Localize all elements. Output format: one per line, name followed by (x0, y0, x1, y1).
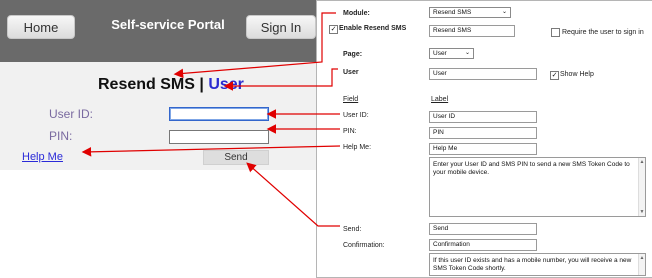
heading-page: User (208, 76, 244, 93)
label-header: Label (431, 96, 449, 103)
module-name-input[interactable]: Resend SMS (429, 25, 515, 37)
page-label: Page: (343, 51, 363, 58)
chevron-down-icon: ⌄ (501, 9, 507, 15)
confirmation-field-label: Confirmation: (343, 242, 385, 249)
module-label: Module: (343, 10, 370, 17)
confirmation-scrollbar[interactable]: ▲ (638, 254, 645, 275)
home-button[interactable]: Home (7, 15, 75, 39)
module-select[interactable]: Resend SMS ⌄ (429, 7, 511, 18)
field-header: Field (343, 96, 359, 103)
user-value-input[interactable]: User (429, 68, 537, 80)
chevron-down-icon: ⌄ (464, 50, 470, 56)
show-help-label: Show Help (560, 71, 594, 78)
help-me-link[interactable]: Help Me (22, 151, 63, 163)
row-field-user-id: User ID: (343, 112, 369, 119)
send-label-input[interactable]: Send (429, 223, 537, 235)
user-label: User (343, 69, 359, 76)
page-select-value: User (433, 50, 447, 57)
confirmation-text: If this user ID exists and has a mobile … (433, 257, 632, 272)
scroll-up-icon[interactable]: ▲ (639, 158, 645, 166)
row-field-help-me: Help Me: (343, 144, 372, 151)
module-select-value: Resend SMS (433, 9, 472, 16)
row-field-pin: PIN: (343, 128, 357, 135)
help-text-scrollbar[interactable]: ▲ ▼ (638, 158, 645, 216)
pin-label: PIN: (49, 129, 73, 143)
heading-separator: | (199, 76, 204, 93)
row-label-help-me-input[interactable]: Help Me (429, 143, 537, 155)
row-label-user-id-input[interactable]: User ID (429, 111, 537, 123)
help-text-area[interactable]: Enter your User ID and SMS PIN to send a… (429, 157, 646, 217)
page-heading: Resend SMS | User (98, 76, 244, 94)
confirmation-label-input[interactable]: Confirmation (429, 239, 537, 251)
user-id-label: User ID: (49, 107, 94, 121)
send-button[interactable]: Send (203, 150, 269, 165)
help-text: Enter your User ID and SMS PIN to send a… (433, 161, 630, 176)
row-label-pin-input[interactable]: PIN (429, 127, 537, 139)
enable-resend-label: Enable Resend SMS (339, 25, 407, 32)
sign-in-button[interactable]: Sign In (246, 15, 316, 39)
scroll-down-icon[interactable]: ▼ (639, 208, 645, 216)
user-id-input[interactable] (169, 107, 269, 121)
page-select[interactable]: User ⌄ (429, 48, 474, 59)
portal-title: Self-service Portal (111, 17, 225, 32)
require-signin-label: Require the user to sign in (562, 29, 644, 36)
heading-module: Resend SMS (98, 76, 195, 93)
confirmation-text-area[interactable]: If this user ID exists and has a mobile … (429, 253, 646, 276)
show-help-checkbox[interactable]: ✓ (550, 71, 559, 80)
require-signin-checkbox[interactable] (551, 28, 560, 37)
portal-header: Home Self-service Portal Sign In (0, 0, 316, 62)
portal-preview: Home Self-service Portal Sign In Resend … (0, 0, 316, 277)
send-field-label: Send: (343, 226, 362, 233)
settings-panel: Module: Resend SMS ⌄ ✓ Enable Resend SMS… (316, 0, 652, 278)
enable-resend-checkbox[interactable]: ✓ (329, 25, 338, 34)
scroll-up-icon[interactable]: ▲ (639, 254, 645, 262)
pin-input[interactable] (169, 130, 269, 144)
